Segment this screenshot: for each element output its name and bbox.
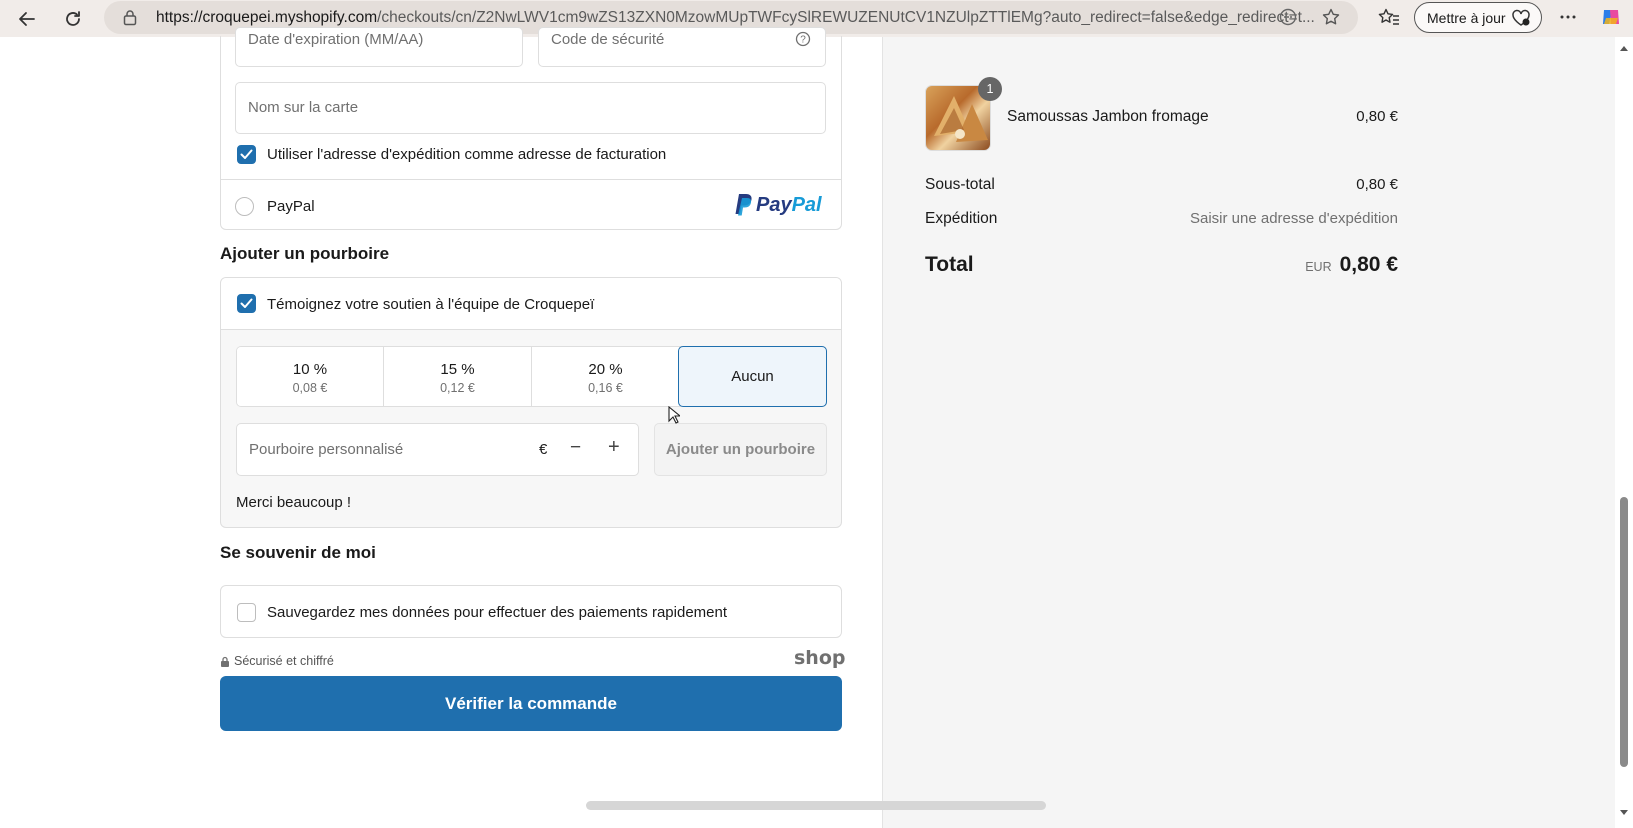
paypal-icon bbox=[735, 194, 752, 216]
increase-tip-button[interactable]: + bbox=[608, 436, 620, 459]
update-label: Mettre à jour bbox=[1427, 9, 1506, 26]
favorites-icon[interactable] bbox=[1378, 6, 1400, 28]
scroll-down-icon[interactable] bbox=[1619, 809, 1629, 817]
qty-badge: 1 bbox=[978, 77, 1002, 101]
product-name: Samoussas Jambon fromage bbox=[1007, 108, 1209, 125]
scroll-up-icon[interactable] bbox=[1619, 44, 1629, 52]
vertical-scrollbar[interactable] bbox=[1615, 37, 1633, 828]
add-tip-label: Ajouter un pourboire bbox=[665, 441, 816, 458]
custom-tip-field[interactable]: Pourboire personnalisé € − + bbox=[236, 423, 639, 476]
horizontal-scrollbar[interactable] bbox=[586, 801, 1046, 810]
update-button[interactable]: Mettre à jour bbox=[1414, 2, 1542, 33]
secure-label: Sécurisé et chiffré bbox=[234, 654, 334, 668]
heart-icon bbox=[1511, 9, 1531, 30]
security-placeholder: Code de sécurité bbox=[551, 31, 665, 48]
total-label: Total bbox=[925, 253, 974, 276]
tip-option-20[interactable]: 20 % 0,16 € bbox=[532, 347, 680, 406]
tip-option-amount: 0,08 € bbox=[292, 380, 328, 395]
tip-support-label: Témoignez votre soutien à l'équipe de Cr… bbox=[267, 296, 595, 313]
tip-option-pct: 10 % bbox=[292, 360, 328, 378]
billing-same-label: Utiliser l'adresse d'expédition comme ad… bbox=[267, 146, 667, 163]
qty-value: 1 bbox=[986, 82, 994, 96]
security-code-field[interactable]: Code de sécurité ? bbox=[538, 27, 826, 67]
tip-option-amount: 0,12 € bbox=[440, 380, 475, 395]
tip-option-15[interactable]: 15 % 0,12 € bbox=[384, 347, 532, 406]
paypal-radio[interactable] bbox=[235, 197, 254, 216]
paypal-label: PayPal bbox=[267, 198, 315, 215]
expiry-field[interactable]: Date d'expiration (MM/AA) bbox=[235, 27, 523, 67]
order-summary: 1 Samoussas Jambon fromage 0,80 € Sous-t… bbox=[882, 37, 1615, 828]
paypal-logo-pal: Pal bbox=[791, 193, 822, 216]
shipping-value: Saisir une adresse d'expédition bbox=[1190, 210, 1398, 227]
secure-lock-icon bbox=[220, 655, 230, 672]
help-icon[interactable]: ? bbox=[795, 31, 811, 51]
tip-support-checkbox[interactable] bbox=[237, 294, 256, 313]
checkout-form: Date d'expiration (MM/AA) Code de sécuri… bbox=[0, 27, 882, 828]
tip-option-amount: 0,16 € bbox=[588, 380, 623, 395]
card-name-field[interactable]: Nom sur la carte bbox=[235, 82, 826, 134]
tip-none-label: Aucun bbox=[731, 368, 774, 385]
paypal-logo: Pay Pal bbox=[733, 193, 822, 217]
refresh-icon[interactable] bbox=[58, 4, 88, 34]
card-name-placeholder: Nom sur la carte bbox=[248, 99, 359, 116]
total-amount: EUR 0,80 € bbox=[1305, 253, 1398, 277]
back-icon[interactable] bbox=[12, 4, 42, 34]
decrease-tip-button[interactable]: − bbox=[570, 437, 581, 459]
add-tip-button[interactable]: Ajouter un pourboire bbox=[654, 423, 827, 476]
billing-same-checkbox[interactable] bbox=[237, 145, 256, 164]
divider bbox=[221, 179, 841, 180]
tip-thanks: Merci beaucoup ! bbox=[236, 494, 352, 511]
url-text[interactable]: https://croquepei.myshopify.com/checkout… bbox=[156, 9, 1361, 27]
tip-heading: Ajouter un pourboire bbox=[220, 244, 390, 263]
star-icon[interactable] bbox=[1320, 6, 1342, 28]
shop-logo: shop bbox=[794, 647, 846, 669]
shipping-label: Expédition bbox=[925, 210, 998, 227]
remember-box: Sauvegardez mes données pour effectuer d… bbox=[220, 585, 842, 638]
more-icon[interactable] bbox=[1557, 6, 1579, 28]
copilot-icon[interactable] bbox=[1600, 6, 1622, 28]
tip-option-10[interactable]: 10 % 0,08 € bbox=[237, 347, 384, 406]
subtotal-value: 0,80 € bbox=[1356, 176, 1398, 193]
svg-text:?: ? bbox=[800, 35, 806, 46]
reader-icon[interactable] bbox=[1277, 6, 1299, 28]
currency-symbol: € bbox=[539, 441, 548, 458]
tip-option-pct: 15 % bbox=[440, 360, 475, 378]
review-order-label: Vérifier la commande bbox=[445, 693, 617, 713]
scrollbar-thumb[interactable] bbox=[1620, 497, 1628, 767]
tip-option-pct: 20 % bbox=[588, 360, 623, 378]
lock-icon[interactable] bbox=[122, 9, 138, 30]
remember-label: Sauvegardez mes données pour effectuer d… bbox=[267, 604, 728, 621]
review-order-button[interactable]: Vérifier la commande bbox=[220, 676, 842, 731]
total-value: 0,80 € bbox=[1339, 253, 1398, 276]
subtotal-label: Sous-total bbox=[925, 176, 995, 193]
mouse-cursor bbox=[668, 406, 680, 424]
remember-heading: Se souvenir de moi bbox=[220, 543, 376, 562]
product-price: 0,80 € bbox=[1356, 108, 1398, 125]
total-currency: EUR bbox=[1305, 260, 1332, 274]
custom-tip-placeholder: Pourboire personnalisé bbox=[249, 441, 404, 458]
remember-checkbox[interactable] bbox=[237, 603, 256, 622]
paypal-logo-pay: Pay bbox=[756, 193, 792, 216]
tip-box: Témoignez votre soutien à l'équipe de Cr… bbox=[220, 277, 842, 528]
tip-option-none[interactable]: Aucun bbox=[678, 346, 827, 407]
expiry-placeholder: Date d'expiration (MM/AA) bbox=[248, 31, 424, 48]
